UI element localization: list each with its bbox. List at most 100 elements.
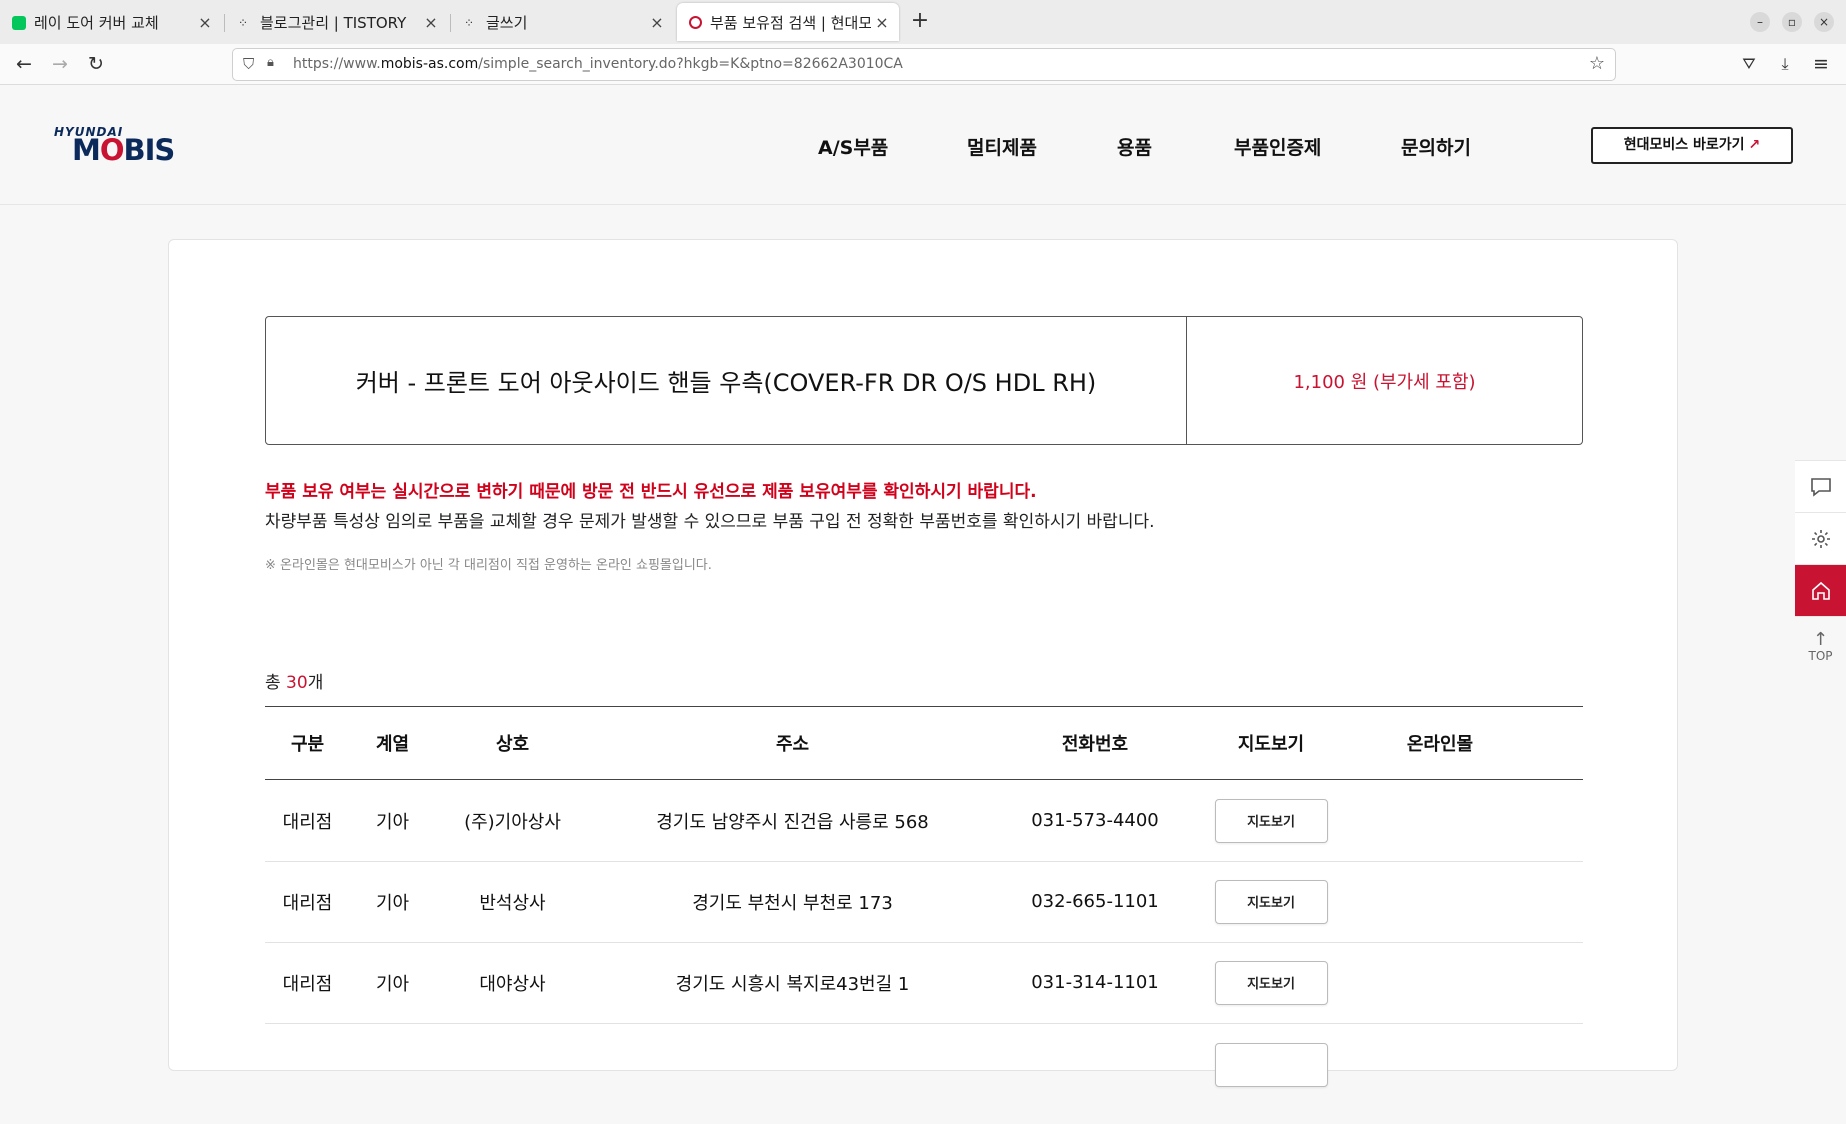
col-header-group: 계열	[375, 734, 410, 755]
logo-main-text: MOBIS	[72, 133, 175, 167]
online-mall-note: ※ 온라인몰은 현대모비스가 아닌 각 대리점이 직접 운영하는 온라인 쇼핑몰…	[265, 558, 712, 573]
product-price: 1,100 원 (부가세 포함)	[1293, 371, 1476, 393]
bookmark-star-icon[interactable]: ☆	[1589, 53, 1605, 74]
home-icon	[1811, 581, 1830, 600]
cell-address: 경기도 시흥시 복지로43번길 1	[675, 973, 910, 995]
browser-tab-2[interactable]: ⁘ 블로그관리 | TISTORY ×	[226, 6, 448, 39]
close-tab-icon[interactable]: ×	[194, 13, 216, 32]
lock-icon[interactable]: 🔒︎	[267, 55, 274, 70]
back-arrow-icon[interactable]: ←	[12, 52, 36, 76]
col-header-name: 상호	[495, 734, 530, 755]
cell-type: 대리점	[282, 973, 333, 995]
col-header-online-mall: 온라인몰	[1406, 734, 1474, 755]
pocket-icon[interactable]: ⛛	[1737, 52, 1761, 76]
chat-button[interactable]	[1795, 460, 1846, 513]
table-row: 대리점 기아 (주)기아상사 경기도 남양주시 진건읍 사릉로 568 031-…	[265, 780, 1583, 862]
close-tab-icon[interactable]: ×	[420, 13, 442, 32]
col-header-phone: 전화번호	[1061, 734, 1129, 755]
cell-group: 기아	[375, 973, 410, 995]
close-window-button[interactable]: ×	[1814, 12, 1834, 32]
close-tab-icon[interactable]: ×	[871, 13, 893, 32]
reload-icon[interactable]: ↻	[84, 52, 108, 76]
external-link-icon: ↗	[1748, 137, 1761, 153]
stock-warning-text: 부품 보유 여부는 실시간으로 변하기 때문에 방문 전 반드시 유선으로 제품…	[265, 482, 1037, 502]
col-header-type: 구분	[290, 734, 325, 755]
address-bar[interactable]: ⛉ 🔒︎ https://www.mobis-as.com/simple_sea…	[232, 48, 1616, 81]
product-name: 커버 - 프론트 도어 아웃사이드 핸들 우측(COVER-FR DR O/S …	[266, 317, 1187, 444]
inventory-search-card: 커버 - 프론트 도어 아웃사이드 핸들 우측(COVER-FR DR O/S …	[168, 239, 1678, 1087]
cell-type: 대리점	[282, 892, 333, 914]
cell-address: 경기도 남양주시 진건읍 사릉로 568	[656, 811, 929, 833]
browser-tab-3[interactable]: ⁘ 글쓰기 ×	[452, 6, 674, 39]
nav-as-parts[interactable]: A/S부품	[818, 133, 888, 160]
cell-name: 대야상사	[479, 973, 546, 995]
cell-address: 경기도 부천시 부천로 173	[692, 892, 893, 914]
new-tab-button[interactable]: +	[906, 8, 934, 33]
col-header-address: 주소	[775, 734, 810, 755]
minimize-window-button[interactable]: –	[1750, 12, 1770, 32]
chat-icon	[1810, 477, 1831, 497]
tistory-favicon-icon: ⁘	[238, 15, 249, 30]
arrow-up-icon: ↑	[1812, 629, 1829, 650]
cell-online-mall	[1347, 780, 1533, 861]
hyundai-mobis-logo[interactable]: HYUNDAI MOBIS	[54, 125, 175, 167]
cell-map: 지도보기	[1195, 861, 1347, 942]
gear-icon	[1811, 529, 1830, 548]
cell-group: 기아	[375, 811, 410, 833]
cell-phone: 032-665-1101	[1031, 891, 1159, 912]
cell-map: 지도보기	[1195, 942, 1347, 1023]
home-button[interactable]	[1795, 565, 1846, 617]
cell-type: 대리점	[282, 811, 333, 833]
result-total: 총 30개	[265, 673, 324, 693]
part-caution-text: 차량부품 특성상 임의로 부품을 교체할 경우 문제가 발생할 수 있으므로 부…	[265, 512, 1155, 532]
cell-online-mall	[1347, 942, 1533, 1023]
quick-menu: ↑ TOP	[1795, 460, 1846, 677]
settings-button[interactable]	[1795, 513, 1846, 565]
cell-online-mall	[1347, 861, 1533, 942]
result-count: 30	[286, 673, 308, 693]
table-row: 대리점 기아 반석상사 경기도 부천시 부천로 173 032-665-1101…	[265, 861, 1583, 943]
product-info-box: 커버 - 프론트 도어 아웃사이드 핸들 우측(COVER-FR DR O/S …	[265, 316, 1583, 445]
browser-nav-bar: ← → ↻ ⛉ 🔒︎ https://www.mobis-as.com/simp…	[0, 44, 1846, 85]
nav-accessories[interactable]: 용품	[1117, 133, 1152, 160]
table-header-row: 구분 계열 상호 주소 전화번호 지도보기 온라인몰	[265, 707, 1583, 780]
cell-group: 기아	[375, 892, 410, 914]
browser-tab-1[interactable]: 레이 도어 커버 교체 ×	[0, 6, 222, 39]
cell-map: 지도보기	[1195, 780, 1347, 861]
view-map-button-partial[interactable]	[1214, 1043, 1328, 1087]
browser-tab-active[interactable]: 부품 보유점 검색 | 현대모비 ×	[677, 3, 899, 41]
download-icon[interactable]: ⤓	[1773, 52, 1797, 76]
nav-multi-products[interactable]: 멀티제품	[967, 133, 1037, 160]
cell-name: (주)기아상사	[464, 811, 561, 833]
view-map-button[interactable]: 지도보기	[1214, 879, 1328, 924]
cell-name: 반석상사	[479, 892, 546, 914]
cell-map	[1195, 1023, 1347, 1124]
top-label: TOP	[1808, 649, 1833, 663]
site-header: HYUNDAI MOBIS A/S부품 멀티제품 용품 부품인증제 문의하기 현…	[0, 85, 1846, 205]
view-map-button[interactable]: 지도보기	[1214, 960, 1328, 1005]
shortcut-label: 현대모비스 바로가기	[1623, 137, 1745, 153]
tab-title: 블로그관리 | TISTORY	[260, 14, 407, 32]
scroll-top-button[interactable]: ↑ TOP	[1795, 617, 1846, 677]
table-row-partial	[265, 1023, 1583, 1104]
menu-icon[interactable]: ≡	[1809, 52, 1833, 76]
tistory-favicon-icon: ⁘	[464, 15, 475, 30]
nav-inquiry[interactable]: 문의하기	[1401, 133, 1471, 160]
tab-title: 레이 도어 커버 교체	[34, 14, 159, 32]
close-tab-icon[interactable]: ×	[646, 13, 668, 32]
table-row: 대리점 기아 대야상사 경기도 시흥시 복지로43번길 1 031-314-11…	[265, 942, 1583, 1024]
view-map-button[interactable]: 지도보기	[1214, 798, 1328, 843]
nav-parts-certification[interactable]: 부품인증제	[1234, 133, 1321, 160]
shield-icon[interactable]: ⛉	[243, 55, 254, 73]
tab-separator	[450, 14, 451, 32]
mobis-favicon-icon	[689, 15, 702, 29]
tab-separator	[224, 14, 225, 32]
restore-window-button[interactable]: ▫	[1782, 12, 1802, 32]
cell-phone: 031-573-4400	[1031, 810, 1159, 831]
forward-arrow-icon[interactable]: →	[48, 52, 72, 76]
tab-title: 부품 보유점 검색 | 현대모비	[710, 13, 871, 32]
tab-title: 글쓰기	[486, 14, 528, 32]
browser-tab-bar: 레이 도어 커버 교체 × ⁘ 블로그관리 | TISTORY × ⁘ 글쓰기 …	[0, 0, 1846, 45]
mobis-shortcut-button[interactable]: 현대모비스 바로가기 ↗	[1591, 127, 1793, 164]
url-text[interactable]: https://www.mobis-as.com/simple_search_i…	[293, 56, 903, 72]
